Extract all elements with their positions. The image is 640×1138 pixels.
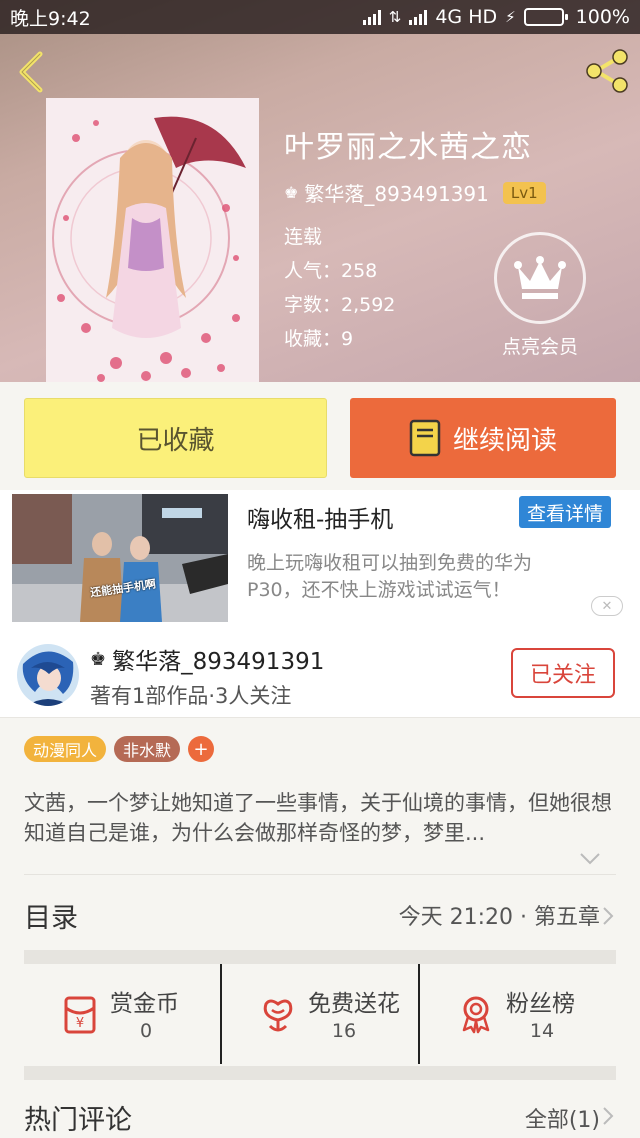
ad-image[interactable]: 还能抽手机啊 <box>12 494 228 622</box>
book-icon <box>409 419 441 457</box>
book-author-row[interactable]: ♚ 繁华落_893491391 Lv1 <box>284 178 546 207</box>
ad-close-button[interactable]: ✕ <box>591 596 623 616</box>
book-header: 晚上9:42 ⇅ 4G HD ⚡ 100% 叶罗丽之水茜之恋 ♚ 繁华落_893… <box>0 0 640 382</box>
hot-comments-label: 热门评论 <box>24 1105 132 1136</box>
tag-non-lurker[interactable]: 非水默 <box>114 736 181 762</box>
stat-value: 14 <box>529 1020 555 1042</box>
reward-coins-button[interactable]: ¥ 赏金币 0 <box>24 964 220 1064</box>
flower-icon <box>263 999 293 1032</box>
avatar-image <box>17 644 79 706</box>
book-description: 文茜，一个梦让她知道了一些事情，关于仙境的事情，但她很想知道自己是谁，为什么会做… <box>24 791 612 845</box>
book-favorites: 收藏：9 <box>284 328 354 350</box>
vip-button[interactable] <box>494 232 586 324</box>
svg-text:¥: ¥ <box>76 1016 84 1031</box>
author-name: 繁华落_893491391 <box>112 649 325 675</box>
fan-ranking-button[interactable]: 粉丝榜 14 <box>418 964 616 1064</box>
red-envelope-icon: ¥ <box>64 996 96 1034</box>
vip-label: 点亮会员 <box>501 336 578 358</box>
chevron-right-icon <box>603 1107 614 1125</box>
collected-label: 已收藏 <box>136 425 215 456</box>
tag-anime[interactable]: 动漫同人 <box>24 736 107 762</box>
charging-icon: ⚡ <box>505 8 516 26</box>
continue-reading-button[interactable]: 继续阅读 <box>350 398 616 478</box>
toc-label: 目录 <box>24 903 78 934</box>
status-right: ⇅ 4G HD ⚡ 100% <box>362 6 630 28</box>
author-summary: 著有1部作品·3人关注 <box>90 684 292 708</box>
stat-label: 赏金币 <box>110 991 179 1017</box>
continue-reading-label: 继续阅读 <box>452 425 557 456</box>
data-arrows-icon: ⇅ <box>388 8 402 26</box>
book-status: 连载 <box>284 226 323 248</box>
status-bar: 晚上9:42 ⇅ 4G HD ⚡ 100% <box>0 0 640 34</box>
back-button[interactable] <box>12 48 52 96</box>
divider <box>24 874 616 875</box>
stat-label: 免费送花 <box>308 991 400 1017</box>
crown-icon: ♚ <box>90 648 107 670</box>
ad-photo <box>12 494 228 622</box>
share-icon <box>586 49 628 93</box>
share-button[interactable] <box>582 46 632 96</box>
collected-button[interactable]: 已收藏 <box>24 398 327 478</box>
stat-label: 粉丝榜 <box>506 991 575 1017</box>
stat-value: 16 <box>331 1020 357 1042</box>
table-of-contents-row[interactable]: 目录 今天 21:20 · 第五章 <box>0 876 640 950</box>
ad-description: 晚上玩嗨收租可以抽到免费的华为P30，还不快上游戏试试运气！ <box>247 552 533 601</box>
network-type: 4G HD <box>435 6 498 28</box>
expand-description-button[interactable] <box>578 850 602 868</box>
status-time: 晚上9:42 <box>10 7 91 30</box>
book-title: 叶罗丽之水茜之恋 <box>284 130 532 165</box>
crown-icon: ♚ <box>284 183 299 202</box>
signal-icon-2 <box>409 9 428 25</box>
all-comments-link[interactable]: 全部(1) <box>525 1102 600 1134</box>
cover-illustration <box>46 98 259 382</box>
section-separator <box>24 1066 616 1080</box>
chevron-right-icon <box>603 907 614 925</box>
book-author: 繁华落_893491391 <box>304 182 489 206</box>
close-icon: ✕ <box>601 598 613 614</box>
level-badge: Lv1 <box>502 181 546 204</box>
hot-comments-header: 热门评论 全部(1) <box>0 1080 640 1138</box>
book-word-count: 字数：2,592 <box>284 294 396 316</box>
chevron-left-icon <box>19 51 43 93</box>
stat-value: 0 <box>139 1020 153 1042</box>
chevron-down-icon <box>580 853 600 865</box>
toc-latest-chapter: 今天 21:20 · 第五章 <box>398 905 600 930</box>
crown-icon <box>514 256 566 299</box>
section-separator <box>24 950 616 964</box>
signal-icon <box>362 9 381 25</box>
follow-button[interactable]: 已关注 <box>511 648 615 698</box>
ad-detail-button[interactable]: 查看详情 <box>519 496 611 528</box>
book-popularity: 人气：258 <box>284 260 378 282</box>
ad-banner[interactable]: 还能抽手机啊 嗨收租-抽手机 查看详情 晚上玩嗨收租可以抽到免费的华为P30，还… <box>0 490 640 626</box>
send-flower-button[interactable]: 免费送花 16 <box>220 964 418 1064</box>
author-name-row: ♚ 繁华落_893491391 <box>90 642 324 676</box>
medal-icon <box>462 996 490 1034</box>
book-cover[interactable] <box>46 98 259 382</box>
tag-list: 动漫同人 非水默 + <box>24 736 215 762</box>
ad-title: 嗨收租-抽手机 <box>247 507 394 533</box>
battery-icon <box>523 8 568 26</box>
stats-bar: ¥ 赏金币 0 免费送花 16 粉丝榜 14 <box>24 964 616 1064</box>
add-tag-button[interactable]: + <box>188 736 215 762</box>
author-card[interactable]: ♚ 繁华落_893491391 著有1部作品·3人关注 已关注 <box>0 626 640 718</box>
battery-level: 100% <box>575 6 630 28</box>
avatar[interactable] <box>17 644 79 706</box>
